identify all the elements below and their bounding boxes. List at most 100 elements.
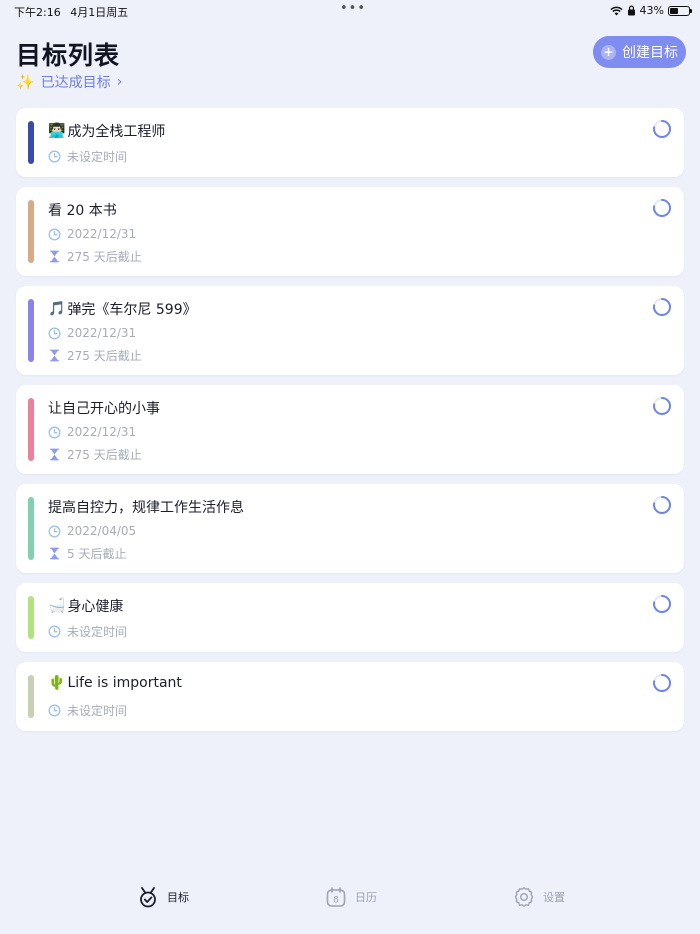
- achieved-goals-link[interactable]: ✨ 已达成目标 ›: [16, 72, 122, 92]
- goal-title-row: 提高自控力，规律工作生活作息: [48, 497, 244, 517]
- calendar-icon: 8: [326, 887, 346, 907]
- clock-icon: [48, 150, 61, 163]
- goal-date: 2022/12/31: [67, 326, 137, 340]
- status-time-date: 下午2:16 4月1日周五: [14, 4, 128, 20]
- hourglass-icon: [49, 250, 60, 263]
- clock-icon: [48, 525, 61, 537]
- goal-card[interactable]: 让自己开心的小事 2022/12/31 275 天后截止: [16, 385, 684, 474]
- progress-spinner-icon: [653, 120, 671, 138]
- goal-card[interactable]: 提高自控力，规律工作生活作息 2022/04/05 5 天后截止: [16, 484, 684, 573]
- create-goal-label: 创建目标: [622, 45, 678, 61]
- progress-spinner-icon: [653, 496, 671, 514]
- goal-card[interactable]: 🛁 身心健康未设定时间: [16, 583, 684, 652]
- goal-title-row: 🎵 弹完《车尔尼 599》: [48, 299, 197, 319]
- goal-date: 2022/12/31: [67, 227, 137, 241]
- tab-calendar-label: 日历: [355, 891, 377, 904]
- hourglass-icon: [49, 448, 60, 461]
- hourglass-icon: [49, 547, 60, 560]
- goal-date-row: 2022/04/05: [48, 524, 136, 538]
- tab-goals-label: 目标: [167, 891, 189, 904]
- goal-emoji-icon: 🛁: [48, 598, 66, 614]
- status-time: 下午2:16: [14, 6, 61, 19]
- goal-title: 看 20 本书: [48, 203, 117, 219]
- goal-date-row: 未设定时间: [48, 702, 127, 719]
- goal-title-row: 🛁 身心健康: [48, 596, 123, 616]
- page-title: 目标列表: [16, 41, 121, 70]
- goal-deadline-row: 275 天后截止: [48, 347, 142, 364]
- plus-icon: +: [601, 44, 616, 60]
- tab-goals[interactable]: 目标: [137, 886, 189, 908]
- status-indicators: 43%: [610, 4, 692, 17]
- goal-deadline: 5 天后截止: [67, 547, 127, 561]
- goal-title: 弹完《车尔尼 599》: [67, 302, 197, 318]
- goal-date-row: 未设定时间: [48, 148, 127, 165]
- multitasking-dots[interactable]: •••: [340, 1, 366, 16]
- gear-icon: [514, 887, 534, 907]
- tab-settings-label: 设置: [543, 891, 565, 904]
- progress-spinner-icon: [653, 397, 671, 415]
- wifi-icon: [610, 6, 623, 15]
- goal-title-row: 让自己开心的小事: [48, 398, 160, 418]
- goal-deadline-row: 275 天后截止: [48, 248, 142, 265]
- goal-title: 成为全栈工程师: [67, 124, 166, 140]
- clock-icon: [48, 704, 61, 717]
- goal-card[interactable]: 👨🏻‍💻 成为全栈工程师 未设定时间: [16, 108, 684, 177]
- goal-color-bar: [28, 200, 34, 263]
- goal-color-bar: [28, 675, 34, 718]
- progress-spinner-icon: [653, 298, 671, 316]
- goal-date-row: 2022/12/31: [48, 326, 136, 340]
- battery-fill: [670, 7, 678, 14]
- goal-list: 👨🏻‍💻 成为全栈工程师 未设定时间看 20 本书 2022/12/31 275 天后截…: [16, 108, 684, 741]
- clock-icon: [48, 327, 61, 339]
- goal-card[interactable]: 看 20 本书 2022/12/31 275 天后截止: [16, 187, 684, 276]
- goal-deadline: 275 天后截止: [67, 448, 142, 462]
- battery-icon: [668, 5, 692, 16]
- achieved-goals-label: 已达成目标: [40, 75, 111, 91]
- create-goal-button[interactable]: + 创建目标: [593, 36, 686, 68]
- medal-check-icon: [140, 887, 156, 908]
- goal-emoji-icon: 🌵: [48, 675, 66, 691]
- goal-date: 未设定时间: [67, 625, 128, 639]
- goal-deadline-row: 5 天后截止: [48, 545, 126, 562]
- goal-title-row: 🌵 Life is important: [48, 675, 182, 691]
- tab-calendar[interactable]: 8 日历: [325, 886, 377, 908]
- clock-icon: [48, 625, 61, 638]
- goal-title: Life is important: [67, 675, 182, 691]
- goal-color-bar: [28, 596, 34, 639]
- goal-title: 身心健康: [67, 599, 124, 615]
- status-bar: 下午2:16 4月1日周五 ••• 43%: [0, 0, 700, 22]
- goal-deadline-row: 275 天后截止: [48, 446, 142, 463]
- goal-card[interactable]: 🎵 弹完《车尔尼 599》 2022/12/31 275 天后截止: [16, 286, 684, 375]
- goal-date-row: 未设定时间: [48, 623, 127, 640]
- calendar-day-badge: 8: [333, 896, 339, 906]
- goal-emoji-icon: 🎵: [48, 301, 66, 317]
- status-date: 4月1日周五: [70, 6, 129, 19]
- clock-icon: [48, 228, 61, 240]
- clock-icon: [48, 426, 61, 438]
- lock-rotation-icon: [627, 5, 635, 16]
- progress-spinner-icon: [653, 199, 671, 217]
- goal-color-bar: [28, 398, 34, 461]
- battery-percent: 43%: [639, 4, 664, 17]
- goal-date-row: 2022/12/31: [48, 425, 136, 439]
- goal-date-row: 2022/12/31: [48, 227, 136, 241]
- goal-color-bar: [28, 497, 34, 560]
- goal-color-bar: [28, 299, 34, 362]
- hourglass-icon: [49, 349, 60, 362]
- goal-date: 2022/12/31: [67, 425, 137, 439]
- progress-spinner-icon: [653, 674, 671, 692]
- tab-settings[interactable]: 设置: [513, 886, 565, 908]
- goal-title: 提高自控力，规律工作生活作息: [48, 500, 244, 516]
- progress-spinner-icon: [653, 595, 671, 613]
- goal-title-row: 👨🏻‍💻 成为全栈工程师: [48, 121, 165, 141]
- goal-title: 让自己开心的小事: [48, 401, 160, 417]
- goal-date: 2022/04/05: [67, 524, 137, 538]
- goal-deadline: 275 天后截止: [67, 349, 142, 363]
- goal-emoji-icon: 👨🏻‍💻: [48, 123, 66, 139]
- goal-card[interactable]: 🌵 Life is important 未设定时间: [16, 662, 684, 731]
- goal-title-row: 看 20 本书: [48, 200, 117, 220]
- goal-date: 未设定时间: [67, 704, 128, 718]
- tab-bar: 目标 8 日历 设置: [0, 874, 700, 934]
- goal-deadline: 275 天后截止: [67, 250, 142, 264]
- goal-color-bar: [28, 121, 34, 164]
